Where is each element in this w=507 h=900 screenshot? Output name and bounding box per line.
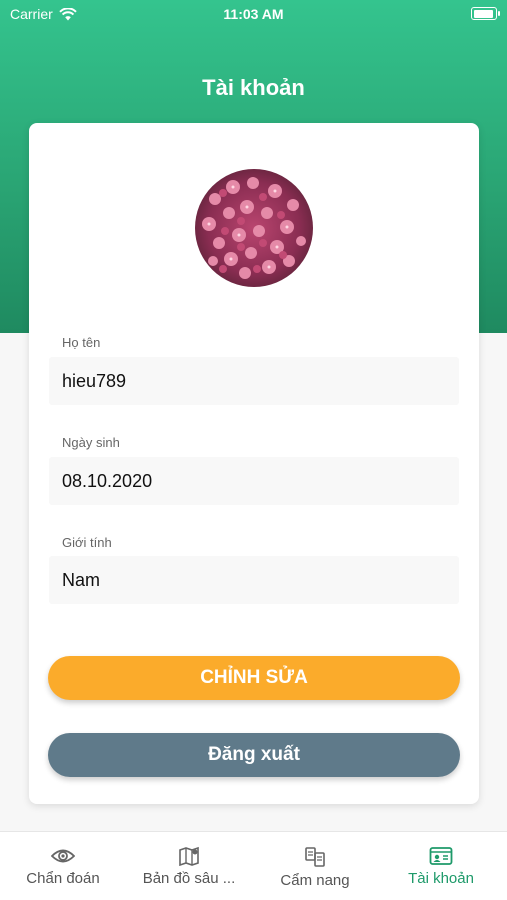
gender-field: Nam xyxy=(49,556,459,604)
status-bar: Carrier 11:03 AM xyxy=(0,0,507,30)
status-time: 11:03 AM xyxy=(223,6,284,22)
tab-label: Chẩn đoán xyxy=(26,870,100,887)
avatar-flower-image xyxy=(202,177,306,279)
tab-diagnosis[interactable]: Chẩn đoán xyxy=(0,832,126,900)
tab-pest-map[interactable]: Bản đồ sâu ... xyxy=(126,832,252,900)
avatar[interactable] xyxy=(195,169,313,287)
full-name-label: Họ tên xyxy=(62,335,101,350)
tab-label: Tài khoản xyxy=(408,870,474,887)
gender-label: Giới tính xyxy=(62,535,112,550)
tab-label: Bản đồ sâu ... xyxy=(142,870,236,887)
profile-card: Họ tên hieu789 Ngày sinh 08.10.2020 Giới… xyxy=(29,123,479,804)
birthdate-field: 08.10.2020 xyxy=(49,457,459,505)
birthdate-label: Ngày sinh xyxy=(62,435,120,450)
eye-icon xyxy=(51,849,75,863)
id-card-icon xyxy=(429,847,453,865)
map-icon xyxy=(179,846,199,866)
page-title: Tài khoản xyxy=(202,75,305,100)
tab-account[interactable]: Tài khoản xyxy=(378,832,504,900)
tab-handbook[interactable]: Cẩm nang xyxy=(252,832,378,900)
tab-label: Cẩm nang xyxy=(280,872,350,889)
battery-icon xyxy=(471,7,500,20)
full-name-field: hieu789 xyxy=(49,357,459,405)
logout-button[interactable]: Đăng xuất xyxy=(48,733,460,777)
edit-profile-button[interactable]: CHỈNH SỬA xyxy=(48,656,460,700)
bottom-tab-bar: Chẩn đoán Bản đồ sâu ... Cẩm nang Tài kh… xyxy=(0,831,507,900)
handbook-icon xyxy=(305,847,325,867)
